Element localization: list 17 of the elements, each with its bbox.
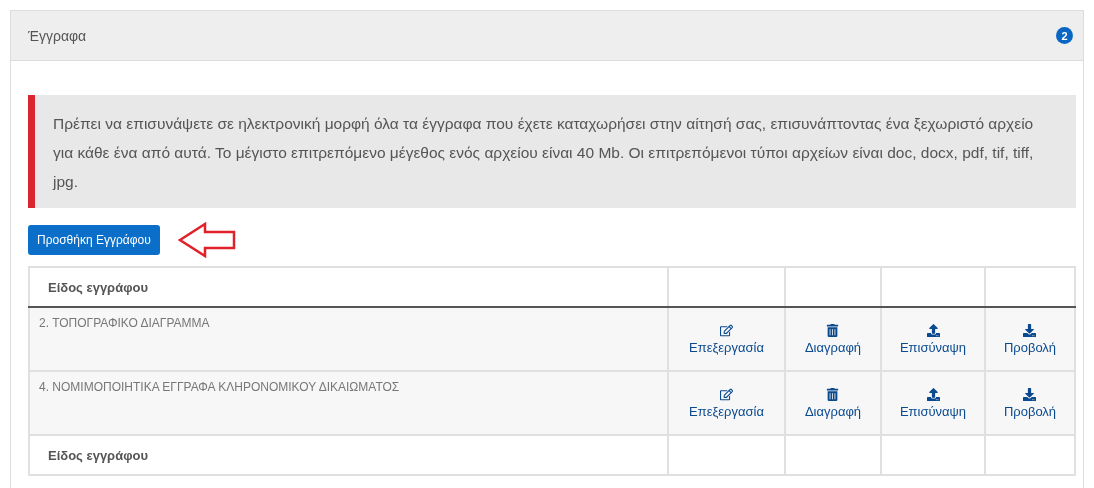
edit-icon: [720, 324, 733, 337]
trash-icon: [826, 324, 840, 337]
panel-title: Έγγραφα: [28, 27, 87, 44]
upload-icon: [926, 324, 940, 337]
edit-icon: [720, 388, 733, 401]
count-badge: 2: [1056, 27, 1073, 44]
column-footer: Είδος εγγράφου: [29, 435, 668, 475]
table-cell: 4. ΝΟΜΙΜΟΠΟΙΗΤΙΚΑ ΕΓΓΡΑΦΑ ΚΛΗΡΟΝΟΜΙΚΟΥ ΔΙΚΑΙΩΜΑΤΟΣ: [29, 371, 668, 435]
upload-icon: [926, 388, 940, 401]
download-icon: [1023, 324, 1037, 337]
column-header: Είδος εγγράφου: [29, 267, 668, 307]
info-alert: Πρέπει να επισυνάψετε σε ηλεκτρονική μορφή όλα τα έγγραφα που έχετε καταχωρήσει στην αίτησή σας, επισυνάπτοντας ένα ξεχωριστό αρχείο για κάθε ένα από αυτά. Το μέγιστο επιτρεπόμενο μέγεθος ενός αρχείου είναι 40 Mb. Οι επιτρεπόμενοι τύποι αρχείων είναι doc, docx, pdf, tif, tiff, jpg.: [28, 95, 1076, 208]
trash-icon: [826, 388, 840, 401]
table-cell: 2. ΤΟΠΟΓΡΑΦΙΚΟ ΔΙΑΓΡΑΜΜΑ: [29, 307, 668, 371]
download-icon: [1023, 388, 1037, 401]
add-document-button[interactable]: Προσθήκη Εγγράφου: [28, 225, 160, 255]
left-arrow-icon: [177, 222, 236, 258]
